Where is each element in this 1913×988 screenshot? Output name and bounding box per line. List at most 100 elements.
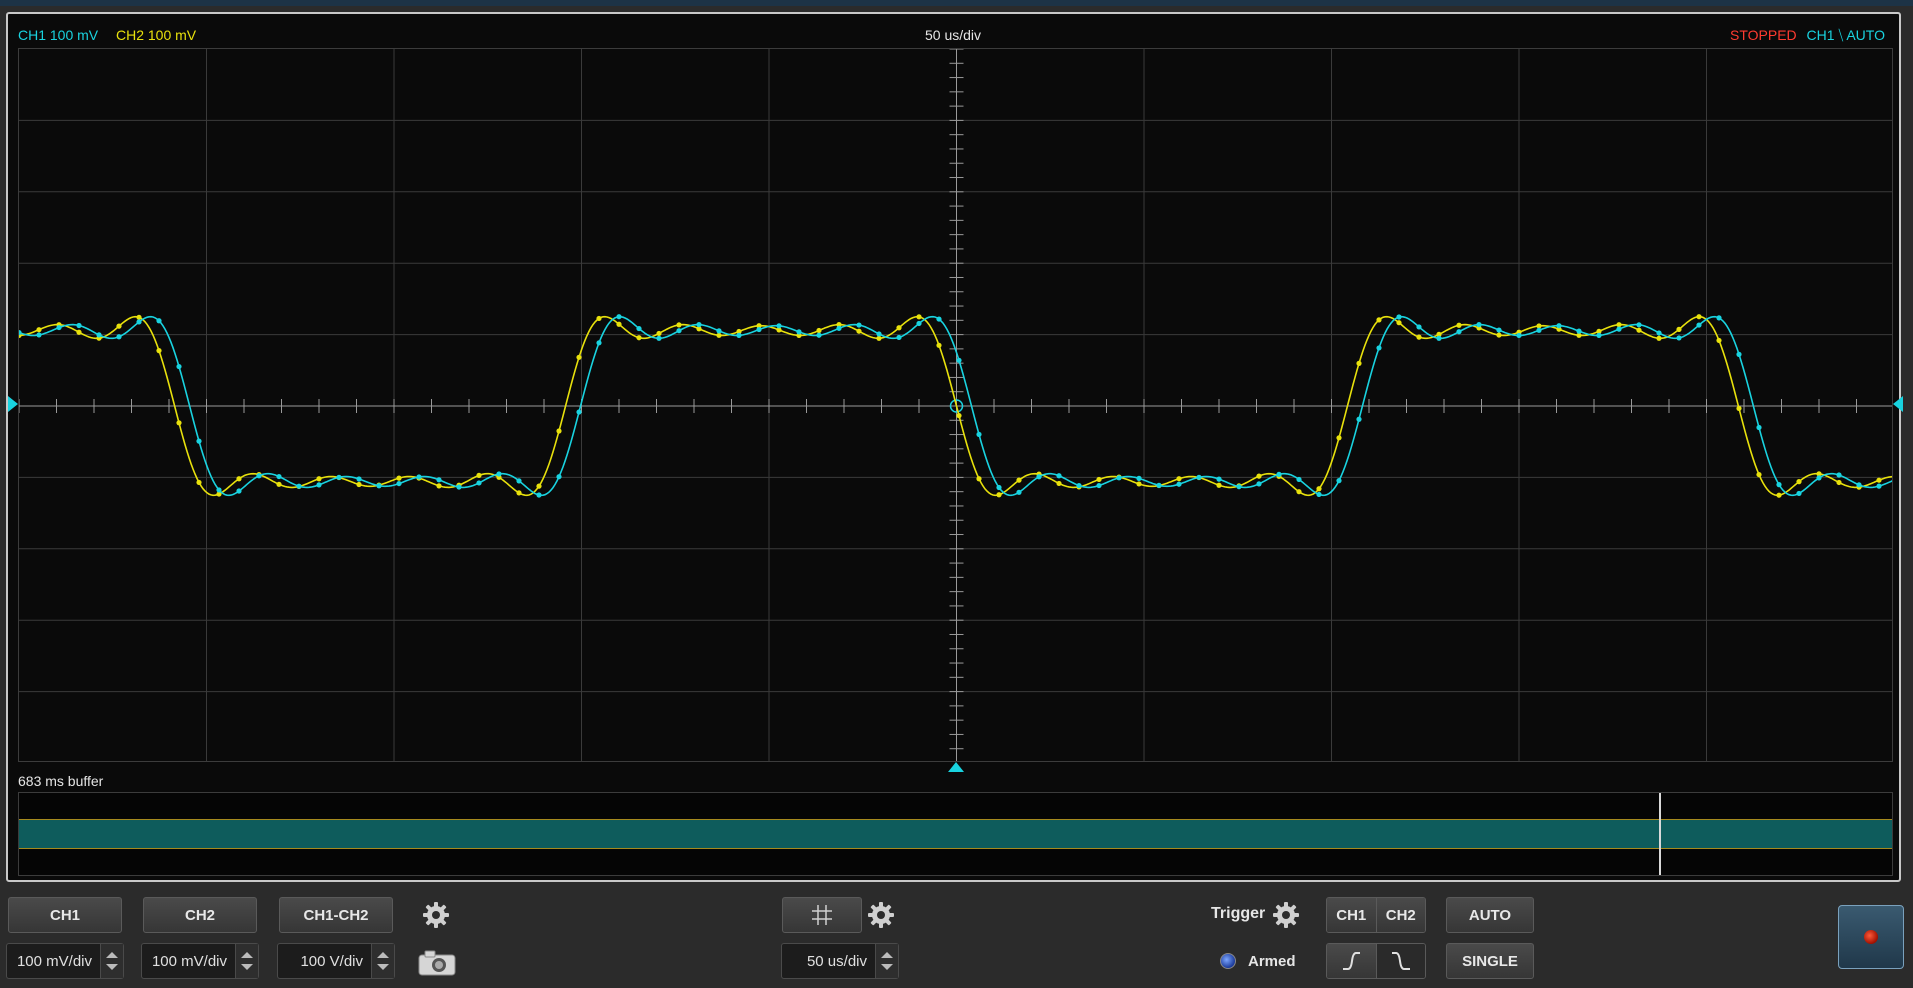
trigger-source-selector[interactable]: CH1 CH2 (1326, 897, 1426, 933)
grid-icon (812, 905, 832, 925)
sample-point-ch1 (1616, 326, 1622, 332)
sample-point-ch2 (1796, 479, 1802, 485)
buffer-overview[interactable] (18, 792, 1893, 876)
sample-point-ch1 (856, 322, 862, 328)
grid-toggle-button[interactable] (782, 897, 862, 933)
sample-point-ch1 (1216, 476, 1222, 482)
sample-point-ch2 (1676, 326, 1682, 332)
sample-point-ch1 (1036, 474, 1042, 480)
sample-point-ch2 (1256, 473, 1262, 479)
down-arrow-icon[interactable] (241, 964, 253, 970)
auto-button[interactable]: AUTO (1446, 897, 1534, 933)
sample-point-ch1 (996, 484, 1002, 491)
up-arrow-icon[interactable] (106, 952, 118, 958)
math-button[interactable]: CH1-CH2 (279, 897, 393, 933)
sample-point-ch2 (1736, 405, 1742, 412)
ch2-scale-readout: CH2 100 mV (116, 27, 197, 43)
sample-point-ch1 (896, 334, 902, 341)
math-scale-spinner[interactable]: 100 V/div (277, 943, 395, 979)
sample-point-ch1 (1016, 489, 1022, 495)
timebase-settings-gear-icon[interactable] (866, 900, 896, 930)
trigger-edge-selector[interactable] (1326, 943, 1426, 979)
sample-point-ch2 (276, 481, 282, 487)
waveform-svg (19, 49, 1892, 761)
buffer-label: 683 ms buffer (18, 773, 104, 789)
ch2-scale-spinner[interactable]: 100 mV/div (141, 943, 259, 979)
sample-point-ch1 (1156, 482, 1162, 488)
ch2-scale-arrows[interactable] (235, 944, 258, 978)
sample-point-ch2 (1756, 471, 1762, 478)
sample-point-ch1 (1336, 478, 1342, 484)
sample-point-ch1 (576, 409, 582, 415)
single-button[interactable]: SINGLE (1446, 943, 1534, 979)
sample-point-ch1 (1876, 483, 1882, 489)
sample-point-ch1 (616, 314, 622, 320)
sample-point-ch2 (1376, 317, 1382, 323)
trigger-level-marker-right[interactable] (1893, 396, 1905, 412)
camera-icon[interactable] (417, 949, 457, 977)
record-button[interactable] (1838, 905, 1904, 969)
sample-point-ch1 (916, 320, 922, 327)
timebase-spinner[interactable]: 50 us/div (781, 943, 899, 979)
trigger-source-ch2[interactable]: CH2 (1375, 898, 1425, 932)
up-arrow-icon[interactable] (377, 952, 389, 958)
down-arrow-icon[interactable] (377, 964, 389, 970)
timebase-arrows[interactable] (875, 944, 898, 978)
trigger-source-ch1[interactable]: CH1 (1327, 898, 1376, 932)
sample-point-ch1 (1796, 490, 1802, 497)
sample-point-ch2 (1016, 477, 1022, 483)
ch1-scale-arrows[interactable] (100, 944, 123, 978)
ch2-scale-value: 100 mV/div (151, 952, 227, 970)
ch2-button[interactable]: CH2 (143, 897, 257, 933)
timebase-readout: 50 us/div (925, 27, 982, 43)
down-arrow-icon[interactable] (881, 964, 893, 970)
sample-point-ch1 (1376, 345, 1382, 351)
sample-point-ch2 (596, 315, 602, 322)
sample-point-ch1 (1556, 323, 1562, 329)
sample-point-ch1 (1596, 332, 1602, 338)
sample-point-ch1 (1696, 322, 1702, 328)
sample-point-ch1 (976, 431, 982, 438)
sample-point-ch1 (156, 318, 162, 324)
sample-point-ch1 (516, 478, 522, 484)
math-scale-arrows[interactable] (371, 944, 394, 978)
sample-point-ch2 (676, 322, 682, 328)
rising-edge-option[interactable] (1327, 944, 1376, 978)
sample-point-ch2 (476, 472, 482, 478)
sample-point-ch1 (356, 476, 362, 482)
status-readout: STOPPED CH1 ⧹ AUTO (1730, 27, 1885, 44)
trigger-settings-gear-icon[interactable] (1271, 900, 1301, 930)
sample-point-ch1 (296, 483, 302, 489)
sample-point-ch1 (1276, 471, 1282, 477)
up-arrow-icon[interactable] (241, 952, 253, 958)
sample-point-ch1 (376, 483, 382, 489)
ch1-button[interactable]: CH1 (8, 897, 122, 933)
trigger-position-marker[interactable] (948, 762, 964, 772)
sample-point-ch2 (716, 332, 722, 338)
sample-point-ch1 (496, 471, 502, 477)
sample-point-ch1 (1676, 335, 1682, 341)
sample-point-ch2 (436, 483, 442, 489)
sample-point-ch2 (1416, 334, 1422, 340)
ch-offset-marker-left[interactable] (8, 396, 20, 412)
sample-point-ch1 (1516, 332, 1522, 339)
sample-point-ch1 (836, 325, 842, 331)
buffer-signal-band (19, 819, 1892, 849)
sample-point-ch2 (996, 492, 1002, 498)
sample-point-ch2 (1296, 489, 1302, 495)
ch1-scale-readout: CH1 100 mV (18, 27, 99, 43)
falling-edge-option[interactable] (1375, 944, 1425, 978)
sample-point-ch1 (1456, 329, 1462, 335)
sample-point-ch2 (1776, 492, 1782, 498)
channel-settings-gear-icon[interactable] (421, 900, 451, 930)
buffer-cursor[interactable] (1658, 793, 1661, 875)
sample-point-ch1 (1636, 322, 1642, 328)
sample-point-ch1 (476, 480, 482, 486)
sample-point-ch2 (956, 413, 962, 419)
ch1-scale-spinner[interactable]: 100 mV/div (6, 943, 124, 979)
waveform-plot[interactable] (18, 48, 1893, 762)
sample-point-ch1 (1436, 335, 1442, 341)
down-arrow-icon[interactable] (106, 964, 118, 970)
up-arrow-icon[interactable] (881, 952, 893, 958)
sample-point-ch1 (1236, 484, 1242, 490)
